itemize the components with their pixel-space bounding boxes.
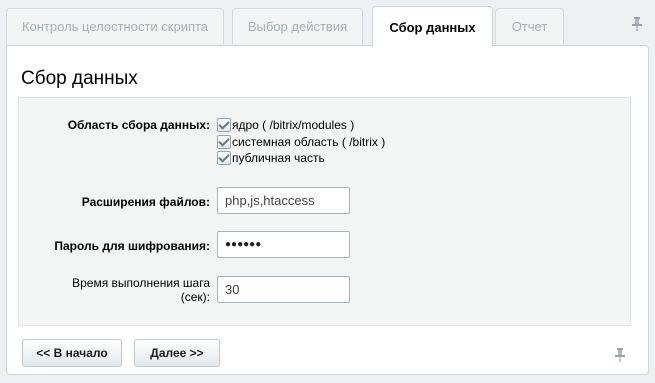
tab-script-integrity[interactable]: Контроль целостности скрипта (6, 8, 224, 44)
scope-label: Область сбора данных: (67, 118, 210, 132)
next-button[interactable]: Далее >> (134, 339, 220, 367)
checkbox-system[interactable]: системная область ( /bitrix ) (217, 135, 385, 149)
page-title: Сбор данных (21, 68, 138, 89)
tab-report[interactable]: Отчет (495, 8, 564, 44)
step-time-label-line1: Время выполнения шага (72, 276, 210, 290)
back-to-start-button[interactable]: << В начало (22, 339, 122, 367)
checkbox-checked-icon[interactable] (217, 151, 231, 165)
pin-icon[interactable] (614, 347, 626, 366)
step-time-input[interactable]: 30 (217, 276, 350, 303)
step-time-label: Время выполнения шага (сек): (72, 276, 210, 304)
checkbox-public[interactable]: публичная часть (217, 151, 325, 165)
pin-icon[interactable] (631, 16, 643, 35)
password-label: Пароль для шифрования: (54, 239, 210, 253)
checkbox-public-label: публичная часть (232, 151, 325, 165)
checkbox-system-label: системная область ( /bitrix ) (232, 135, 386, 149)
tab-bar: Контроль целостности скрипта Выбор дейст… (6, 6, 651, 47)
checkbox-checked-icon[interactable] (217, 135, 231, 149)
password-input[interactable]: ●●●●●● (217, 231, 350, 258)
settings-form: Область сбора данных: ядро ( /bitrix/mod… (18, 97, 631, 326)
content-panel: Сбор данных Область сбора данных: ядро (… (6, 45, 649, 375)
checkbox-kernel[interactable]: ядро ( /bitrix/modules ) (217, 118, 354, 132)
tab-data-collection[interactable]: Сбор данных (372, 6, 493, 47)
extensions-input[interactable]: php,js,htaccess (217, 187, 350, 214)
checkbox-checked-icon[interactable] (217, 118, 231, 132)
checkbox-kernel-label: ядро ( /bitrix/modules ) (232, 118, 355, 132)
tab-action-choice[interactable]: Выбор действия (232, 8, 363, 44)
step-time-label-line2: (сек): (180, 290, 210, 304)
extensions-label: Расширения файлов: (81, 195, 210, 209)
